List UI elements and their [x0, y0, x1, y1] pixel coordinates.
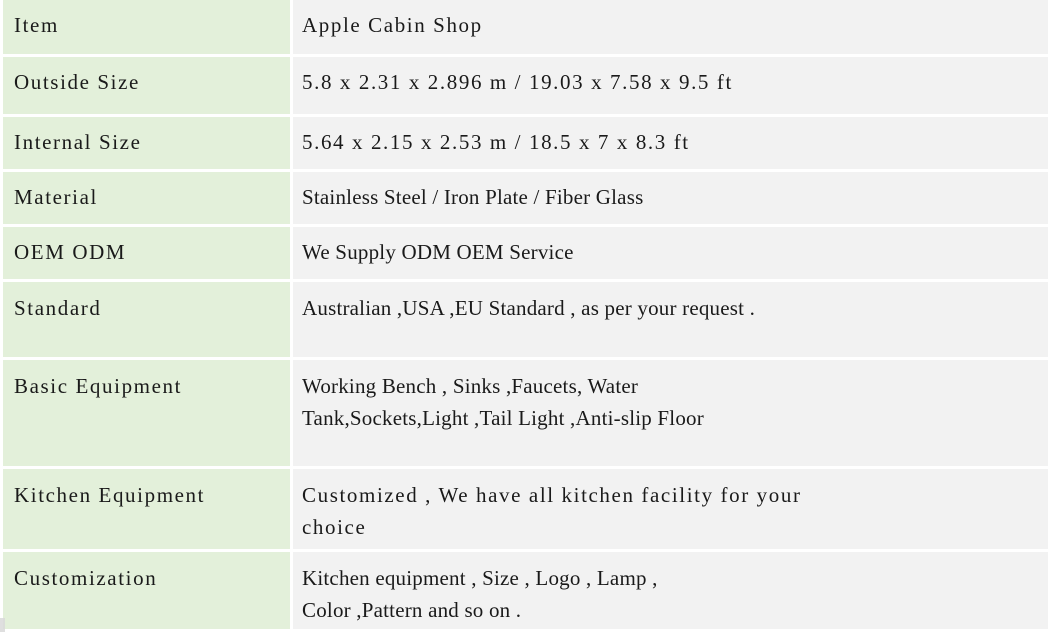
- specification-table: Item Apple Cabin Shop Outside Size 5.8 x…: [0, 0, 1056, 638]
- table-row: Basic Equipment Working Bench , Sinks ,F…: [3, 360, 1048, 469]
- row-label-internal-size: Internal Size: [3, 117, 290, 169]
- table-row: OEM ODM We Supply ODM OEM Service: [3, 227, 1048, 282]
- table-row: Kitchen Equipment Customized , We have a…: [3, 469, 1048, 552]
- row-label-item: Item: [3, 0, 290, 54]
- row-label-outside-size: Outside Size: [3, 57, 290, 114]
- left-edge-strip: [0, 0, 3, 638]
- row-label-customization: Customization: [3, 552, 290, 629]
- bottom-edge-strip: [0, 633, 1056, 638]
- row-label-standard: Standard: [3, 282, 290, 357]
- row-value-oem-odm: We Supply ODM OEM Service: [293, 227, 1048, 279]
- row-label-oem-odm: OEM ODM: [3, 227, 290, 279]
- row-value-outside-size: 5.8 x 2.31 x 2.896 m / 19.03 x 7.58 x 9.…: [293, 57, 1048, 114]
- table-row: Customization Kitchen equipment , Size ,…: [3, 552, 1048, 632]
- table-row: Item Apple Cabin Shop: [3, 0, 1048, 57]
- table-row: Outside Size 5.8 x 2.31 x 2.896 m / 19.0…: [3, 57, 1048, 117]
- table-row: Standard Australian ,USA ,EU Standard , …: [3, 282, 1048, 360]
- row-value-customization: Kitchen equipment , Size , Logo , Lamp ,…: [293, 552, 1048, 629]
- row-label-kitchen-equipment: Kitchen Equipment: [3, 469, 290, 549]
- row-value-item: Apple Cabin Shop: [293, 0, 1048, 54]
- row-value-kitchen-equipment: Customized , We have all kitchen facilit…: [293, 469, 1048, 549]
- scrollbar-nub[interactable]: [0, 618, 5, 632]
- row-value-standard: Australian ,USA ,EU Standard , as per yo…: [293, 282, 1048, 357]
- row-value-internal-size: 5.64 x 2.15 x 2.53 m / 18.5 x 7 x 8.3 ft: [293, 117, 1048, 169]
- row-label-basic-equipment: Basic Equipment: [3, 360, 290, 466]
- row-value-material: Stainless Steel / Iron Plate / Fiber Gla…: [293, 172, 1048, 224]
- table-row: Material Stainless Steel / Iron Plate / …: [3, 172, 1048, 227]
- row-label-material: Material: [3, 172, 290, 224]
- row-value-basic-equipment: Working Bench , Sinks ,Faucets, Water Ta…: [293, 360, 1048, 466]
- table-row: Internal Size 5.64 x 2.15 x 2.53 m / 18.…: [3, 117, 1048, 172]
